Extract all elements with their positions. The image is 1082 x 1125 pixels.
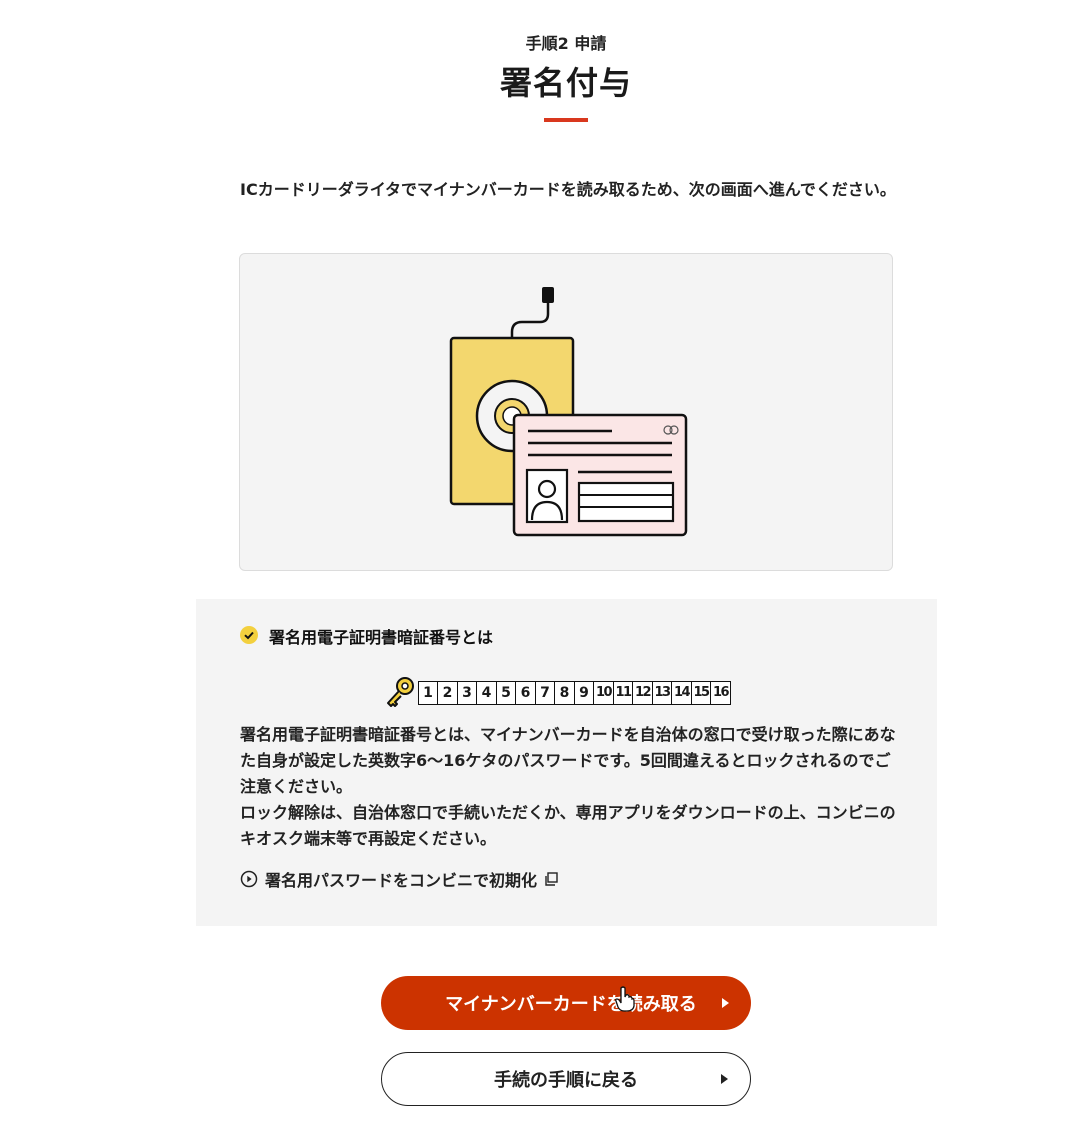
pin-digit: 1 <box>417 681 439 705</box>
chevron-right-icon <box>722 998 729 1008</box>
check-circle-icon <box>240 626 258 644</box>
read-mynumber-card-button-label: マイナンバーカードを読み取る <box>445 994 697 1015</box>
pin-digit: 2 <box>437 681 458 705</box>
pin-digit: 11 <box>612 681 634 705</box>
pin-digit: 14 <box>671 681 692 705</box>
pin-digit: 5 <box>495 681 517 705</box>
pin-digit: 10 <box>593 681 614 705</box>
info-heading: 署名用電子証明書暗証番号とは <box>269 628 494 647</box>
pin-digit: 16 <box>710 681 731 705</box>
hand-cursor-icon <box>615 986 635 1012</box>
step-label: 手順2 申請 <box>525 34 607 53</box>
info-paragraph: 署名用電子証明書暗証番号とは、マイナンバーカードを自治体の窓口で受け取った際にあ… <box>240 725 896 796</box>
info-body: 署名用電子証明書暗証番号とは、マイナンバーカードを自治体の窓口で受け取った際にあ… <box>240 722 900 852</box>
reset-password-link-label: 署名用パスワードをコンビニで初期化 <box>265 871 538 890</box>
pin-digits-row: 1 2 3 4 5 6 7 8 9 10 11 12 13 14 15 16 <box>384 676 731 710</box>
read-mynumber-card-button[interactable]: マイナンバーカードを読み取る <box>381 976 751 1030</box>
reset-password-link[interactable]: 署名用パスワードをコンビニで初期化 <box>240 867 559 891</box>
pin-digit: 3 <box>456 681 478 705</box>
pin-digit: 15 <box>690 681 712 705</box>
pin-digit: 13 <box>651 681 673 705</box>
pin-boxes: 1 2 3 4 5 6 7 8 9 10 11 12 13 14 15 16 <box>417 681 731 705</box>
back-to-steps-button-label: 手続の手順に戻る <box>494 1070 638 1091</box>
card-reader-illustration <box>449 287 688 537</box>
pin-info-panel: 署名用電子証明書暗証番号とは 1 2 3 4 5 6 7 8 9 10 11 1… <box>196 599 937 926</box>
key-icon <box>387 677 414 707</box>
chevron-right-icon <box>721 1074 728 1084</box>
pin-digit: 6 <box>515 681 536 705</box>
info-paragraph: ロック解除は、自治体窓口で手続いただくか、専用アプリをダウンロードの上、コンビニ… <box>240 803 896 848</box>
instruction-text: ICカードリーダライタでマイナンバーカードを読み取るため、次の画面へ進んでくださ… <box>240 180 896 199</box>
back-to-steps-button[interactable]: 手続の手順に戻る <box>381 1052 751 1106</box>
illustration-panel <box>239 253 893 571</box>
pin-digit: 7 <box>534 681 556 705</box>
pin-digit: 4 <box>476 681 497 705</box>
pin-digit: 9 <box>573 681 595 705</box>
pin-digit: 8 <box>554 681 575 705</box>
page-title: 署名付与 <box>499 64 632 102</box>
external-window-icon <box>545 872 558 886</box>
play-circle-icon <box>240 870 258 888</box>
pin-digit: 12 <box>632 681 653 705</box>
title-underline <box>544 118 588 122</box>
